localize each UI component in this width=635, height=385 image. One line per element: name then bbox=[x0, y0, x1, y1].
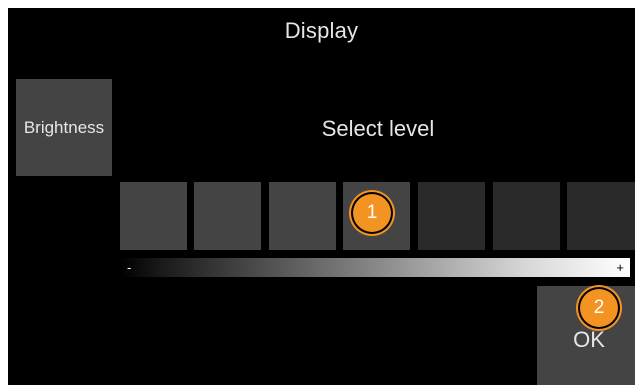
brightness-level-1[interactable] bbox=[120, 182, 187, 250]
brightness-tab[interactable]: Brightness bbox=[16, 79, 112, 176]
step-marker-1: 1 bbox=[353, 194, 391, 232]
step-marker-2: 2 bbox=[580, 289, 618, 327]
brightness-scale-bar: - + bbox=[120, 258, 630, 277]
brightness-level-7[interactable] bbox=[567, 182, 635, 250]
brightness-tab-label: Brightness bbox=[23, 117, 105, 137]
display-screen: Display Brightness Select level - + OK 1… bbox=[8, 8, 635, 385]
ok-button-label: OK bbox=[573, 326, 605, 352]
select-level-prompt: Select level bbox=[321, 116, 435, 141]
brightness-level-2[interactable] bbox=[194, 182, 261, 250]
brightness-level-6[interactable] bbox=[493, 182, 560, 250]
scale-min-label: - bbox=[127, 260, 132, 275]
step-marker-2-label: 2 bbox=[593, 297, 605, 318]
brightness-level-3[interactable] bbox=[269, 182, 336, 250]
page-title: Display bbox=[284, 18, 359, 43]
brightness-level-5[interactable] bbox=[418, 182, 485, 250]
scale-max-label: + bbox=[616, 260, 624, 275]
step-marker-1-label: 1 bbox=[366, 202, 378, 223]
